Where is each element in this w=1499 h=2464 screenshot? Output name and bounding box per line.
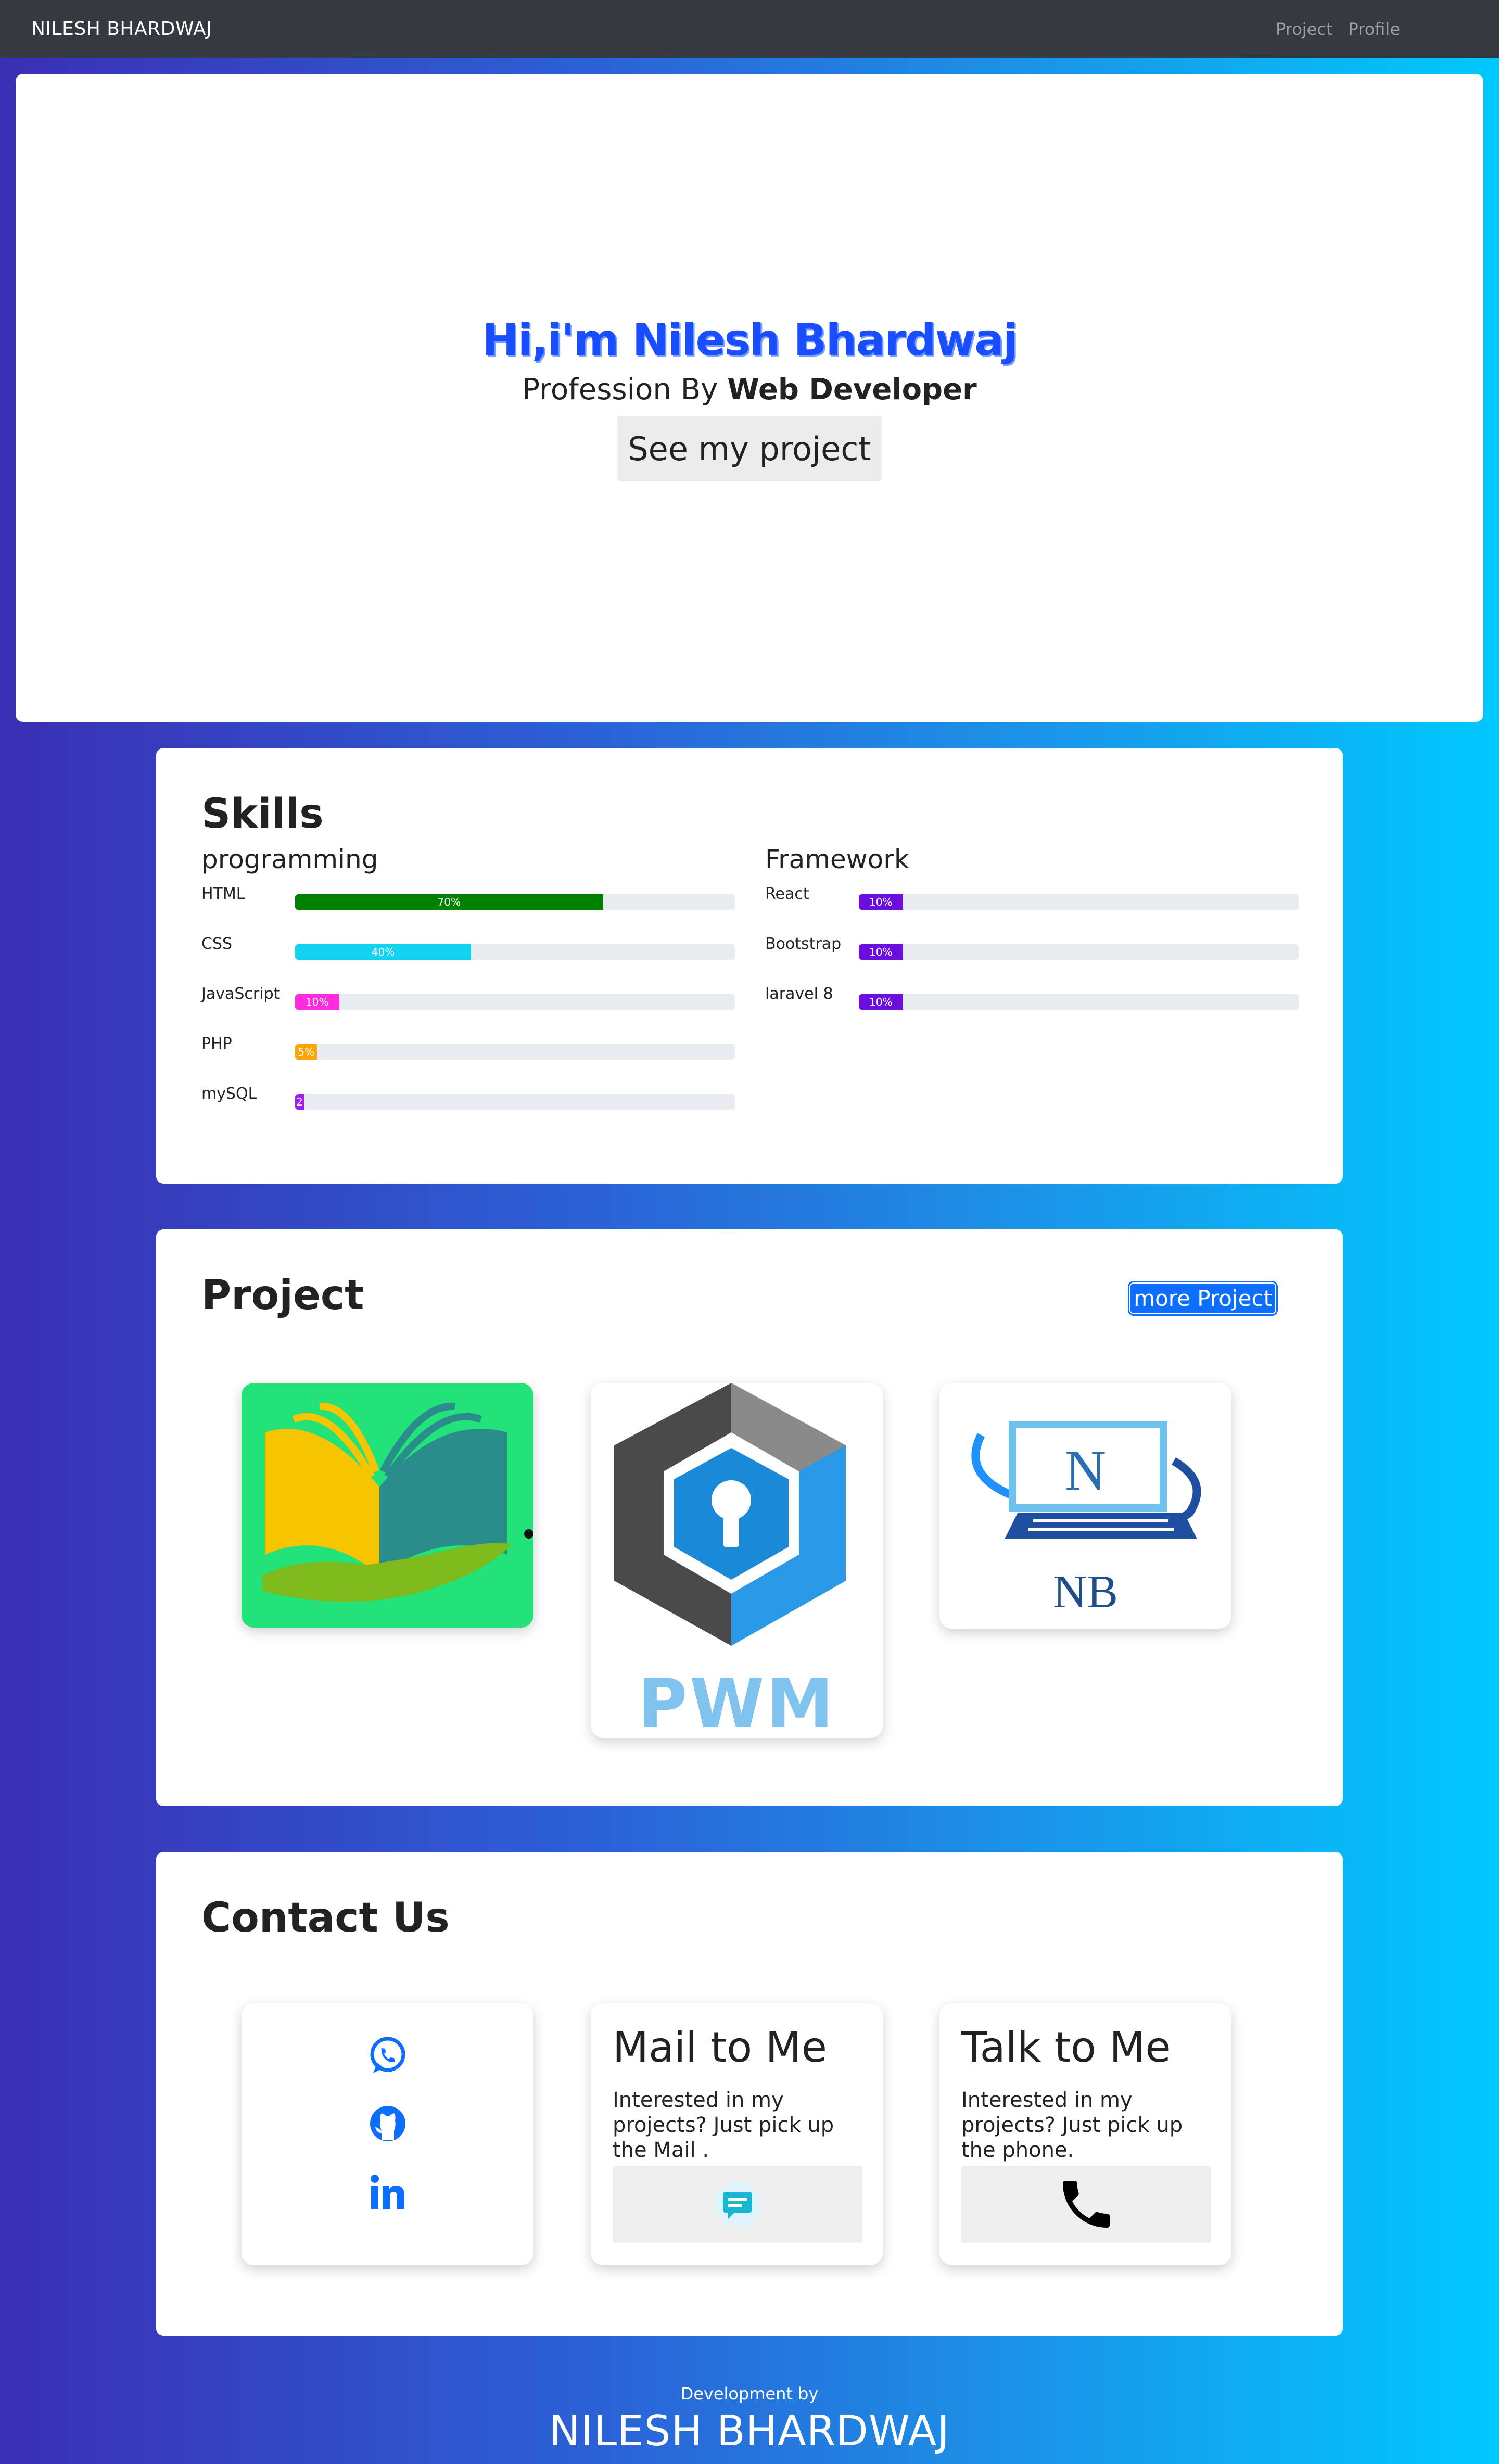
programming-skill-row: PHP 5% [201,1035,735,1085]
chat-message-icon [715,2181,760,2227]
footer-credit-name: NILESH BHARDWAJ [549,2407,950,2455]
contact-section: Contact Us Mail to Me Interested in my p… [156,1852,1343,2336]
hero-subtitle-profession: Web Developer [727,373,977,407]
hero-section: Hi,i'm Nilesh Bhardwaj Profession By Web… [16,74,1483,722]
skill-name: Bootstrap [765,935,842,953]
phone-heading: Talk to Me [961,2023,1171,2072]
hero-subtitle: Profession By Web Developer [522,373,976,407]
project-section: Project more Project PWM N NB [156,1229,1343,1806]
skills-section: Skills programming HTML 70% CSS 40% JavaScri… [156,748,1343,1184]
mail-text: Interested in my projects? Just pick up … [613,2088,834,2162]
skills-title: Skills [201,791,324,837]
skill-name: mySQL [201,1085,257,1103]
skill-name: laravel 8 [765,985,833,1003]
framework-skill-row: Bootstrap 10% [765,935,1299,985]
skill-name: HTML [201,885,245,903]
progress-bar: 40% [295,944,471,960]
skill-name: PHP [201,1035,232,1053]
github-icon[interactable] [364,2100,411,2147]
nav-links: Project Profile [1276,19,1400,39]
project-title: Project [201,1272,364,1319]
progress-bar: 10% [295,994,339,1010]
progress-track: 70% [295,894,735,910]
nav-link-profile[interactable]: Profile [1349,19,1401,39]
progress-track: 2 [295,1094,735,1110]
phone-card: Talk to Me Interested in my projects? Ju… [939,2003,1231,2265]
progress-bar: 2 [295,1094,304,1110]
contact-title: Contact Us [201,1895,450,1941]
project-card-2[interactable]: PWM [591,1383,883,1738]
see-my-project-button[interactable]: See my project [617,416,882,481]
framework-column: Framework React 10% Bootstrap 10% laravel 8 1… [765,844,1299,1035]
progress-bar: 5% [295,1044,317,1060]
nb-logo-text: NB [1052,1566,1119,1618]
whatsapp-icon[interactable] [364,2032,411,2079]
progress-track: 10% [859,944,1299,960]
programming-column: programming HTML 70% CSS 40% JavaScript 10% PH… [201,844,735,1135]
footer-credit-label: Development by [680,2384,819,2404]
hero-title: Hi,i'm Nilesh Bhardwaj [482,314,1018,365]
programming-skill-row: mySQL 2 [201,1085,735,1135]
project-card-3[interactable]: N NB [939,1383,1231,1629]
mail-heading: Mail to Me [613,2023,827,2072]
phone-icon [1063,2181,1110,2228]
book-hand-logo-icon [262,1402,533,1602]
nb-screen-letter: N [1064,1439,1107,1502]
framework-heading: Framework [765,844,909,874]
pwm-keyhole-logo-icon [614,1383,846,1646]
nav-link-project[interactable]: Project [1276,19,1332,39]
progress-bar: 10% [859,994,903,1010]
progress-track: 10% [859,994,1299,1010]
mail-button[interactable] [613,2166,862,2243]
progress-bar: 70% [295,894,603,910]
framework-skill-row: laravel 8 10% [765,985,1299,1035]
progress-bar: 10% [859,894,903,910]
linkedin-icon[interactable] [364,2169,411,2216]
programming-skill-row: JavaScript 10% [201,985,735,1035]
progress-track: 40% [295,944,735,960]
progress-track: 10% [295,994,735,1010]
phone-text: Interested in my projects? Just pick up … [961,2088,1183,2162]
progress-track: 10% [859,894,1299,910]
skill-name: CSS [201,935,233,953]
programming-skill-row: HTML 70% [201,885,735,935]
programming-skill-row: CSS 40% [201,935,735,985]
pwm-logo-text: PWM [638,1664,836,1738]
navbar-brand[interactable]: NILESH BHARDWAJ [31,18,212,40]
project-card-1[interactable] [242,1383,533,1628]
phone-button[interactable] [961,2166,1211,2243]
progress-track: 5% [295,1044,735,1060]
skill-name: JavaScript [201,985,280,1003]
hero-subtitle-prefix: Profession By [522,373,728,407]
navbar: NILESH BHARDWAJ Project Profile [0,0,1499,58]
progress-bar: 10% [859,944,903,960]
mail-card: Mail to Me Interested in my projects? Ju… [591,2003,883,2265]
framework-skill-row: React 10% [765,885,1299,935]
social-card [242,2003,533,2265]
more-project-button[interactable]: more Project [1129,1282,1276,1314]
programming-heading: programming [201,844,378,874]
skill-name: React [765,885,809,903]
